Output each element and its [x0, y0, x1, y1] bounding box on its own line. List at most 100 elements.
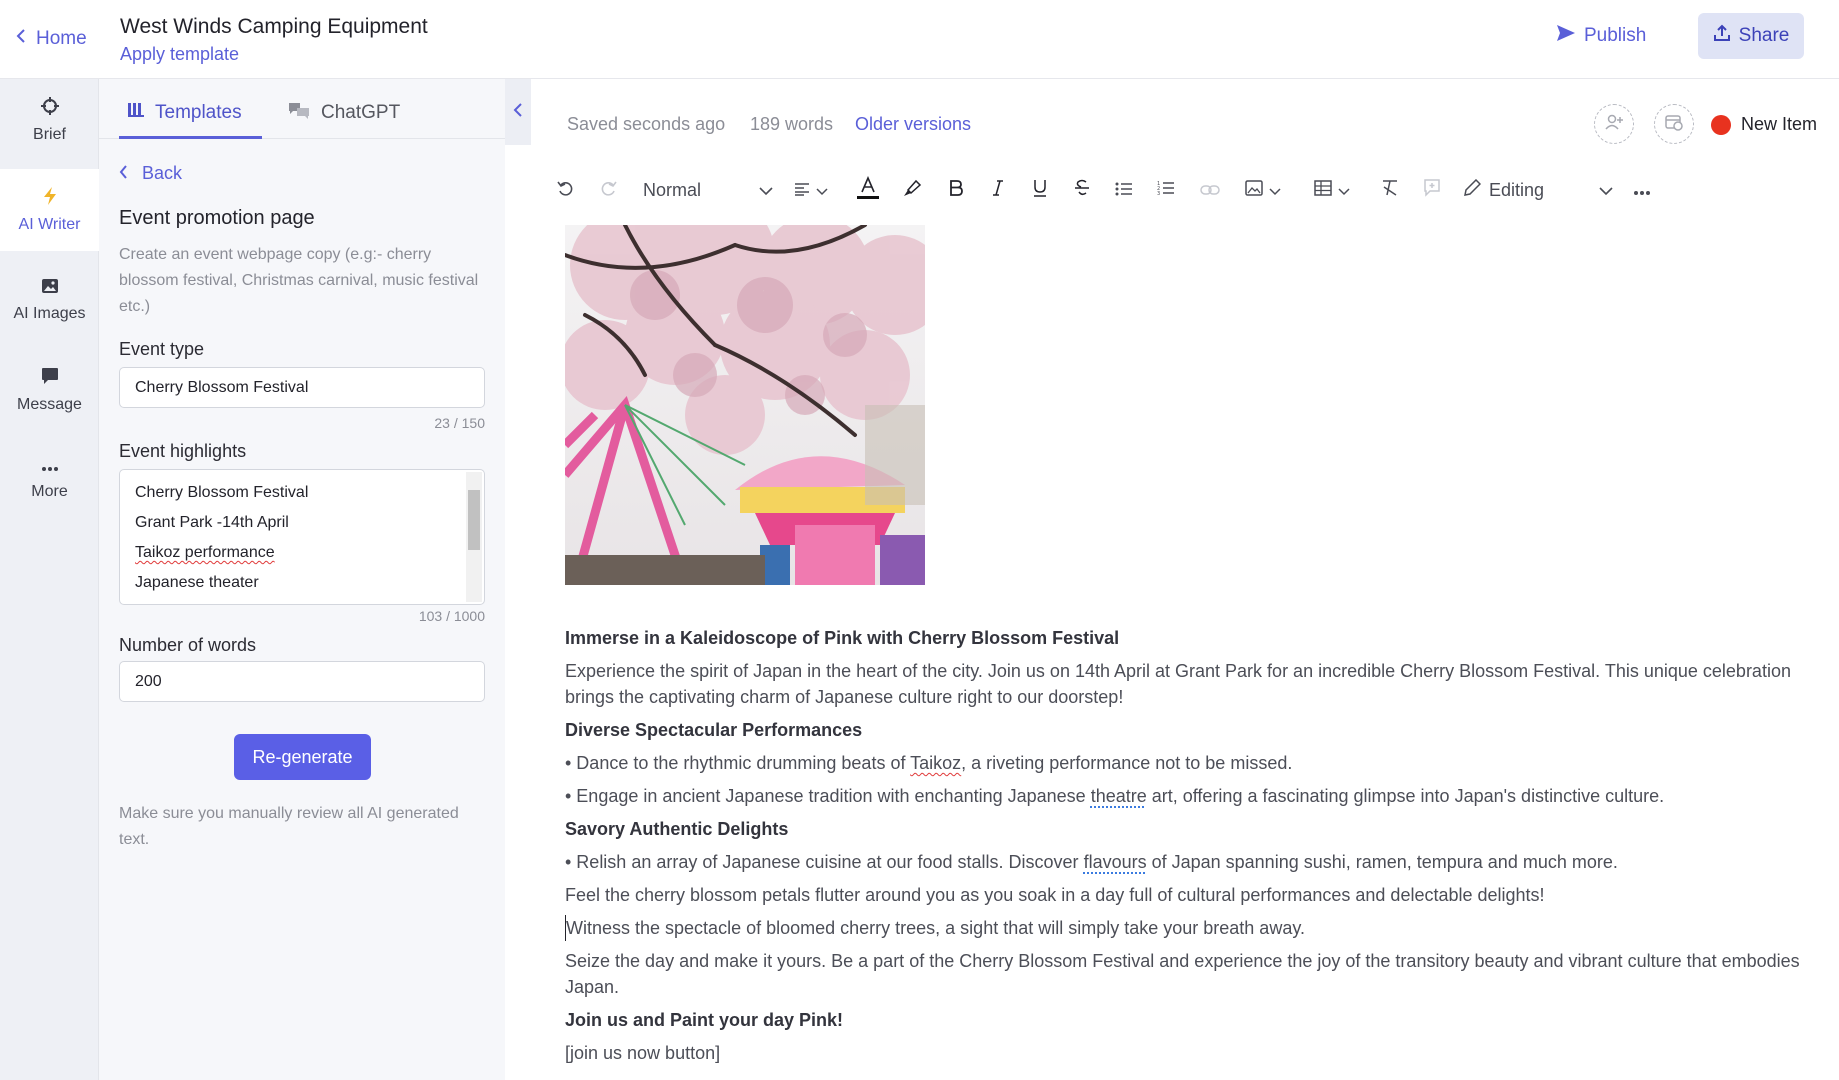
chat-icon	[41, 367, 59, 390]
older-versions-link[interactable]: Older versions	[855, 114, 971, 135]
highlight-line: Taikoz performance	[135, 544, 275, 561]
add-collaborator-button[interactable]	[1594, 104, 1634, 144]
new-item-status[interactable]: New Item	[1711, 114, 1817, 135]
review-note: Make sure you manually review all AI gen…	[119, 805, 459, 848]
misspelled-word[interactable]: Taikoz	[910, 753, 961, 773]
text-fragment: , a riveting performance not to be misse…	[961, 753, 1293, 773]
document-title: West Winds Camping Equipment	[120, 15, 428, 38]
content-bullet: • Dance to the rhythmic drumming beats o…	[565, 750, 1815, 776]
content-paragraph: Witness the spectacle of bloomed cherry …	[565, 915, 1815, 941]
more-options-button[interactable]	[1629, 175, 1655, 205]
cherry-blossom-image	[565, 225, 925, 585]
bold-icon	[949, 179, 963, 201]
chevron-down-icon	[1599, 180, 1613, 201]
bullet-list-button[interactable]	[1111, 175, 1137, 205]
text-color-button[interactable]	[855, 175, 881, 205]
editing-mode-select[interactable]: Editing	[1463, 175, 1613, 205]
tab-chatgpt[interactable]: ChatGPT	[287, 101, 400, 125]
underline-icon	[1033, 179, 1047, 202]
home-link[interactable]: Home	[16, 28, 87, 50]
template-title: Event promotion page	[119, 207, 315, 229]
text-fragment: • Dance to the rhythmic drumming beats o…	[565, 753, 911, 773]
rail-item-ai-images[interactable]: AI Images	[0, 259, 99, 341]
bullet-list-icon	[1115, 180, 1133, 201]
redo-icon	[599, 179, 617, 202]
clear-formatting-button[interactable]	[1377, 175, 1403, 205]
calendar-clock-icon	[1664, 113, 1684, 136]
chevron-down-icon	[1269, 180, 1281, 201]
apply-template-link[interactable]: Apply template	[120, 44, 239, 65]
align-button[interactable]	[789, 175, 833, 205]
rail-label: AI Writer	[18, 215, 81, 233]
italic-icon	[992, 179, 1004, 201]
rail-item-message[interactable]: Message	[0, 349, 99, 431]
share-button[interactable]: Share	[1698, 13, 1804, 59]
left-rail: Brief AI Writer AI Images Message More	[0, 79, 99, 1080]
rail-label: Brief	[33, 125, 66, 143]
more-icon	[1633, 180, 1651, 201]
scrollbar-thumb[interactable]	[468, 490, 480, 550]
schedule-button[interactable]	[1654, 104, 1694, 144]
redo-button[interactable]	[595, 175, 621, 205]
numbered-list-button[interactable]: 123	[1153, 175, 1179, 205]
rail-item-more[interactable]: More	[0, 439, 99, 521]
content-bullet: • Engage in ancient Japanese tradition w…	[565, 783, 1815, 809]
festival-photo[interactable]	[565, 225, 925, 585]
content-heading: Join us and Paint your day Pink!	[565, 1010, 844, 1030]
pencil-icon	[1463, 178, 1482, 202]
highlight-button[interactable]	[899, 175, 925, 205]
crosshair-icon	[40, 96, 59, 120]
content-heading: Savory Authentic Delights	[565, 819, 789, 839]
num-words-label: Number of words	[119, 635, 257, 655]
chevron-down-icon	[759, 180, 773, 201]
publish-label: Publish	[1584, 25, 1647, 46]
editing-mode-control: Editing	[1463, 178, 1544, 202]
style-select-value: Normal	[643, 179, 702, 200]
flagged-word[interactable]: flavours	[1084, 852, 1147, 872]
text-fragment: of Japan spanning sushi, ramen, tempura …	[1146, 852, 1618, 872]
share-label: Share	[1738, 25, 1790, 46]
comment-icon	[1423, 178, 1441, 202]
num-words-input[interactable]: 200	[119, 661, 485, 702]
underline-button[interactable]	[1027, 175, 1053, 205]
link-button[interactable]	[1197, 175, 1223, 205]
back-link[interactable]: Back	[119, 163, 182, 184]
event-type-label: Event type	[119, 339, 205, 359]
home-label: Home	[36, 28, 87, 49]
paragraph-style-select[interactable]: Normal	[643, 175, 773, 205]
content-paragraph: [join us now button]	[565, 1043, 721, 1063]
image-icon	[1245, 179, 1263, 201]
publish-button[interactable]: Publish	[1556, 24, 1646, 48]
status-dot-icon	[1711, 114, 1731, 135]
highlight-line: Cherry Blossom Festival	[135, 484, 309, 501]
italic-button[interactable]	[985, 175, 1011, 205]
regenerate-button[interactable]: Re-generate	[234, 734, 371, 780]
event-type-value: Cherry Blossom Festival	[135, 378, 309, 396]
content-paragraph: Seize the day and make it yours. Be a pa…	[565, 951, 1800, 997]
add-user-icon	[1604, 113, 1624, 136]
strikethrough-button[interactable]	[1069, 175, 1095, 205]
content-heading: Diverse Spectacular Performances	[565, 720, 863, 740]
undo-button[interactable]	[553, 175, 579, 205]
insert-image-button[interactable]	[1241, 175, 1285, 205]
event-type-input[interactable]: Cherry Blossom Festival	[119, 367, 485, 408]
rail-item-ai-writer[interactable]: AI Writer	[0, 169, 99, 251]
add-comment-button[interactable]	[1419, 175, 1445, 205]
bold-button[interactable]	[943, 175, 969, 205]
textarea-scrollbar[interactable]	[466, 472, 482, 602]
templates-icon	[127, 101, 145, 125]
event-highlights-counter: 103 / 1000	[418, 608, 485, 624]
rail-label: Message	[17, 395, 82, 413]
lightning-icon	[43, 186, 57, 210]
event-highlights-textarea[interactable]: Cherry Blossom Festival Grant Park -14th…	[119, 469, 485, 605]
collapse-panel-button[interactable]	[505, 79, 531, 145]
editor-content[interactable]: Immerse in a Kaleidoscope of Pink with C…	[565, 625, 1815, 1073]
insert-table-button[interactable]	[1309, 175, 1355, 205]
tab-label: Templates	[155, 102, 242, 123]
flagged-word[interactable]: theatre	[1091, 786, 1147, 806]
tab-templates[interactable]: Templates	[127, 101, 242, 125]
rail-label: More	[31, 483, 68, 500]
rail-item-brief[interactable]: Brief	[0, 79, 99, 161]
word-count: 189 words	[750, 114, 834, 134]
clear-format-icon	[1380, 179, 1400, 202]
